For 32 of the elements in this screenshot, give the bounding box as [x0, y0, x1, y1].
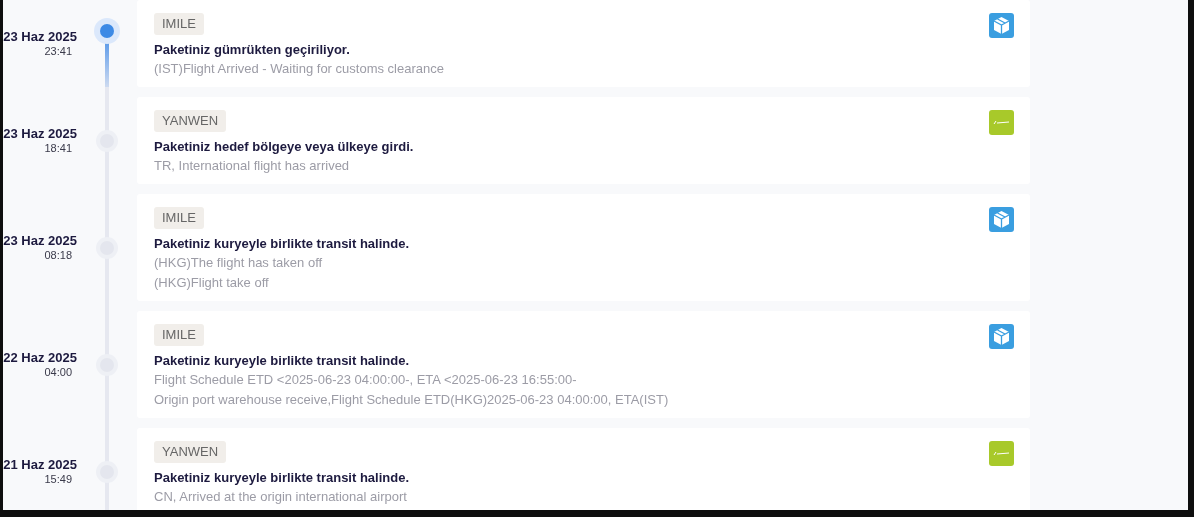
event-detail: (IST)Flight Arrived - Waiting for customs clearance [154, 60, 445, 78]
event-time: 04:00 [44, 364, 73, 380]
event-detail: CN, Arrived at the origin international airport [154, 488, 408, 506]
package-icon [989, 13, 1014, 38]
event-title: Paketiniz hedef bölgeye veya ülkeye girdi. [154, 138, 415, 156]
event-title: Paketiniz gümrükten geçiriliyor. [154, 41, 351, 59]
carrier-logo-icon [989, 110, 1014, 135]
package-icon [989, 207, 1014, 232]
carrier-tag: IMILE [154, 324, 204, 346]
event-detail: Origin port warehouse receive,Flight Schedule ETD(HKG)2025-06-23 04:00:00, ETA(IST) [154, 391, 670, 409]
carrier-tag: YANWEN [154, 110, 227, 132]
event-detail: (HKG)The flight has taken off [154, 254, 324, 272]
event-detail: TR, International flight has arrived [154, 157, 351, 175]
event-date: 23 Haz 2025 [3, 28, 77, 44]
carrier-tag: IMILE [154, 13, 204, 35]
package-icon [989, 324, 1014, 349]
carrier-tag: IMILE [154, 207, 204, 229]
carrier-tag: YANWEN [154, 441, 227, 463]
event-date: 23 Haz 2025 [3, 232, 77, 248]
event-time: 23:41 [44, 43, 73, 59]
carrier-logo-icon [989, 441, 1014, 466]
event-date: 21 Haz 2025 [3, 456, 77, 472]
event-time: 08:18 [44, 247, 73, 263]
event-title: Paketiniz kuryeyle birlikte transit halinde. [154, 469, 411, 487]
event-date: 22 Haz 2025 [3, 349, 77, 365]
event-detail: Flight Schedule ETD <2025-06-23 04:00:00-, ETA <2025-06-23 16:55:00- [154, 371, 578, 389]
event-detail: (HKG)Flight take off [154, 274, 270, 292]
event-date: 23 Haz 2025 [3, 125, 77, 141]
event-title: Paketiniz kuryeyle birlikte transit halinde. [154, 352, 411, 370]
event-time: 18:41 [44, 140, 73, 156]
event-title: Paketiniz kuryeyle birlikte transit halinde. [154, 235, 411, 253]
event-time: 15:49 [44, 471, 73, 487]
